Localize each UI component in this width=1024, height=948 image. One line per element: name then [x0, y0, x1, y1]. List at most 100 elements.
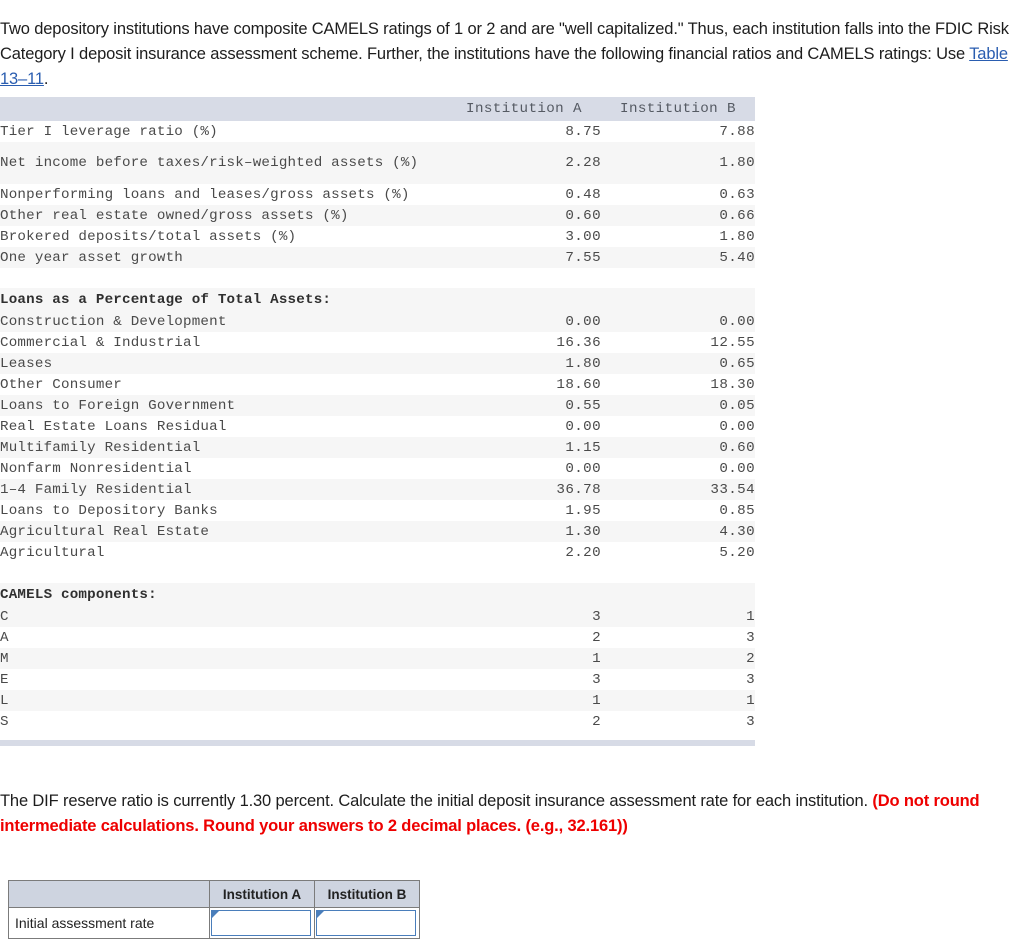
row-label: Agricultural	[0, 542, 447, 563]
value-institution-b: 4.30	[601, 521, 755, 542]
value-institution-a: 3	[447, 606, 601, 627]
value-institution-a: 0.00	[447, 458, 601, 479]
row-label: Agricultural Real Estate	[0, 521, 447, 542]
row-label: M	[0, 648, 447, 669]
table-section-header-row: Loans as a Percentage of Total Assets:	[0, 288, 755, 311]
value-institution-a: 1.15	[447, 437, 601, 458]
row-label: Nonfarm Nonresidential	[0, 458, 447, 479]
table-row: E33	[0, 669, 755, 690]
value-institution-b: 5.40	[601, 247, 755, 268]
table-row: Brokered deposits/total assets (%) 3.00 1.…	[0, 226, 755, 247]
table-row: S23	[0, 711, 755, 732]
value-institution-a: 1.80	[447, 353, 601, 374]
initial-assessment-rate-input-b[interactable]	[316, 910, 416, 936]
value-institution-b: 18.30	[601, 374, 755, 395]
value-institution-a: 0.00	[447, 311, 601, 332]
table-row: Construction & Development 0.00 0.00	[0, 311, 755, 332]
table-body: Tier I leverage ratio (%) 8.75 7.88 Net inc…	[0, 121, 755, 732]
row-label: Real Estate Loans Residual	[0, 416, 447, 437]
table-row: A23	[0, 627, 755, 648]
value-institution-b: 0.00	[601, 311, 755, 332]
row-label: L	[0, 690, 447, 711]
value-institution-a: 0.00	[447, 416, 601, 437]
table-row: M12	[0, 648, 755, 669]
answer-cell-institution-b	[314, 907, 420, 939]
value-institution-a: 1	[447, 648, 601, 669]
row-label: Leases	[0, 353, 447, 374]
value-institution-b: 0.00	[601, 416, 755, 437]
row-label: C	[0, 606, 447, 627]
row-label: 1–4 Family Residential	[0, 479, 447, 500]
section-header-label: Loans as a Percentage of Total Assets:	[0, 288, 755, 311]
column-header-institution-a: Institution A	[447, 97, 601, 121]
table-row: Loans to Foreign Government 0.55 0.05	[0, 395, 755, 416]
row-label: A	[0, 627, 447, 648]
intro-paragraph: Two depository institutions have composi…	[0, 17, 1020, 92]
cell-marker-triangle-icon	[317, 911, 324, 918]
initial-assessment-rate-input-a[interactable]	[211, 910, 311, 936]
value-institution-b: 0.85	[601, 500, 755, 521]
row-label: Commercial & Industrial	[0, 332, 447, 353]
value-institution-b: 12.55	[601, 332, 755, 353]
row-label: Construction & Development	[0, 311, 447, 332]
value-institution-a: 2.20	[447, 542, 601, 563]
value-institution-a: 2	[447, 627, 601, 648]
value-institution-b: 1	[601, 690, 755, 711]
value-institution-a: 1.30	[447, 521, 601, 542]
table-row: Agricultural 2.20 5.20	[0, 542, 755, 563]
value-institution-b: 5.20	[601, 542, 755, 563]
value-institution-a: 18.60	[447, 374, 601, 395]
value-institution-b: 0.05	[601, 395, 755, 416]
value-institution-a: 2	[447, 711, 601, 732]
table-row: One year asset growth 7.55 5.40	[0, 247, 755, 268]
prompt-text: The DIF reserve ratio is currently 1.30 …	[0, 791, 873, 810]
answer-table-container: Institution A Institution B Initial asse…	[8, 880, 420, 939]
row-label: S	[0, 711, 447, 732]
answer-cell-institution-a	[209, 907, 315, 939]
table-head: Institution A Institution B	[0, 97, 755, 121]
value-institution-a: 36.78	[447, 479, 601, 500]
value-institution-b: 1.80	[601, 142, 755, 184]
value-institution-a: 1	[447, 690, 601, 711]
value-institution-b: 3	[601, 627, 755, 648]
row-label: Other real estate owned/gross assets (%)	[0, 205, 447, 226]
table-row: Commercial & Industrial 16.36 12.55	[0, 332, 755, 353]
table-row: Nonfarm Nonresidential 0.00 0.00	[0, 458, 755, 479]
column-header-institution-b: Institution B	[601, 97, 755, 121]
value-institution-b: 3	[601, 711, 755, 732]
value-institution-b: 33.54	[601, 479, 755, 500]
value-institution-a: 0.48	[447, 184, 601, 205]
answer-table: Institution A Institution B Initial asse…	[8, 880, 420, 939]
intro-text-part1: Two depository institutions have composi…	[0, 19, 1009, 63]
value-institution-a: 16.36	[447, 332, 601, 353]
value-institution-b: 7.88	[601, 121, 755, 142]
value-institution-b: 1.80	[601, 226, 755, 247]
row-label: Loans to Foreign Government	[0, 395, 447, 416]
section-header-label: CAMELS components:	[0, 583, 755, 606]
row-label: Net income before taxes/risk–weighted as…	[0, 142, 447, 184]
table-header-row: Institution A Institution B	[0, 97, 755, 121]
row-label: Brokered deposits/total assets (%)	[0, 226, 447, 247]
answer-header-blank	[8, 880, 210, 908]
value-institution-b: 0.63	[601, 184, 755, 205]
value-institution-b: 1	[601, 606, 755, 627]
table-row: Other Consumer 18.60 18.30	[0, 374, 755, 395]
financial-ratios-table: Institution A Institution B Tier I lever…	[0, 97, 755, 732]
cell-marker-triangle-icon	[212, 911, 219, 918]
column-header-label	[0, 97, 447, 121]
answer-header-row: Institution A Institution B	[8, 880, 420, 908]
answer-header-institution-b: Institution B	[314, 880, 420, 908]
value-institution-b: 0.60	[601, 437, 755, 458]
row-label: Tier I leverage ratio (%)	[0, 121, 447, 142]
value-institution-a: 2.28	[447, 142, 601, 184]
table-row: Loans to Depository Banks 1.95 0.85	[0, 500, 755, 521]
table-row: Real Estate Loans Residual 0.00 0.00	[0, 416, 755, 437]
value-institution-a: 0.60	[447, 205, 601, 226]
table-row: 1–4 Family Residential 36.78 33.54	[0, 479, 755, 500]
value-institution-a: 3	[447, 669, 601, 690]
answer-header-institution-a: Institution A	[209, 880, 315, 908]
table-section-header-row: CAMELS components:	[0, 583, 755, 606]
intro-text-part2: .	[43, 69, 49, 88]
spacer-cell	[0, 563, 755, 583]
table-row: L11	[0, 690, 755, 711]
